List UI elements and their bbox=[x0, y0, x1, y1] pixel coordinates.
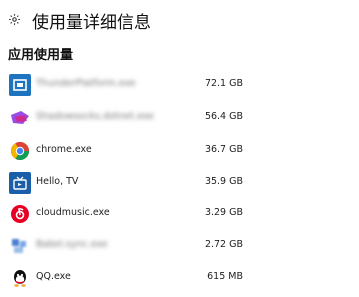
tv-icon bbox=[9, 172, 31, 194]
app-usage-row[interactable]: Babel.sync.exe 2.72 GB bbox=[0, 232, 359, 262]
app-name: ThunderPlatform.exe bbox=[36, 78, 136, 89]
app-data-usage: 2.72 GB bbox=[204, 239, 243, 250]
gear-icon[interactable] bbox=[7, 12, 21, 26]
app-usage-row[interactable]: Shadowsocks.dotnet.exe 56.4 GB bbox=[0, 104, 359, 134]
app-data-usage: 72.1 GB bbox=[204, 78, 243, 89]
thunder-platform-icon bbox=[9, 74, 31, 96]
unknown-app-icon bbox=[9, 235, 31, 257]
chrome-icon bbox=[9, 140, 31, 162]
app-name: QQ.exe bbox=[36, 271, 71, 282]
section-title: 应用使用量 bbox=[8, 48, 74, 63]
shadowsocks-icon bbox=[9, 107, 31, 129]
app-data-usage: 3.29 GB bbox=[204, 207, 243, 218]
app-usage-row[interactable]: ThunderPlatform.exe 72.1 GB bbox=[0, 71, 359, 101]
app-name: Shadowsocks.dotnet.exe bbox=[36, 111, 154, 122]
page-title: 使用量详细信息 bbox=[32, 13, 151, 33]
app-name: Babel.sync.exe bbox=[36, 239, 108, 250]
app-data-usage: 35.9 GB bbox=[204, 176, 243, 187]
app-usage-row[interactable]: Hello, TV 35.9 GB bbox=[0, 169, 359, 199]
app-name: cloudmusic.exe bbox=[36, 207, 110, 218]
app-usage-row[interactable]: chrome.exe 36.7 GB bbox=[0, 137, 359, 167]
app-data-usage: 56.4 GB bbox=[204, 111, 243, 122]
app-name: chrome.exe bbox=[36, 144, 92, 155]
app-data-usage: 615 MB bbox=[207, 271, 243, 282]
page-header: 使用量详细信息 bbox=[0, 0, 359, 40]
app-usage-row[interactable]: cloudmusic.exe 3.29 GB bbox=[0, 200, 359, 230]
app-usage-row[interactable]: QQ.exe 615 MB bbox=[0, 264, 359, 294]
qq-icon bbox=[9, 267, 31, 289]
app-data-usage: 36.7 GB bbox=[204, 144, 243, 155]
netease-music-icon bbox=[9, 203, 31, 225]
app-name: Hello, TV bbox=[36, 176, 79, 187]
